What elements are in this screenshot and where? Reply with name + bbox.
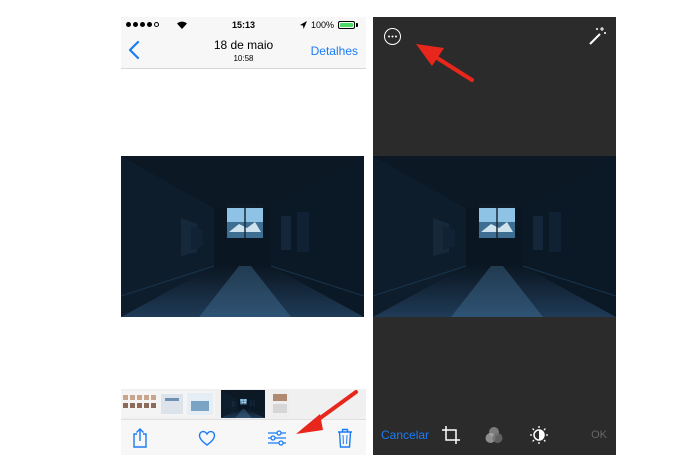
hallway-photo-editing: [373, 156, 616, 317]
screenshot-canvas: 15:13 100% 18 de maio 10:58 Detalhes Can…: [0, 0, 695, 472]
magic-wand-icon[interactable]: [587, 26, 607, 46]
thumbnail-collage-1[interactable]: [121, 391, 215, 417]
heart-icon[interactable]: [197, 427, 217, 449]
cancel-button[interactable]: Cancelar: [381, 428, 429, 442]
light-adjust-icon[interactable]: [529, 425, 549, 445]
status-bar: 15:13 100%: [121, 17, 366, 33]
filters-icon[interactable]: [484, 425, 504, 445]
ok-button[interactable]: OK: [591, 429, 607, 441]
battery-icon: [338, 21, 355, 29]
adjustments-icon[interactable]: [267, 427, 287, 449]
more-options-icon[interactable]: [384, 28, 401, 45]
details-button[interactable]: Detalhes: [311, 44, 358, 58]
location-arrow-icon: [300, 21, 307, 29]
thumbnail-current[interactable]: [221, 390, 265, 418]
thumbnail-next[interactable]: [271, 391, 289, 417]
red-arrow-adjust-annotation: [296, 390, 358, 434]
hallway-photo: [121, 156, 364, 317]
battery-tip: [356, 23, 358, 27]
crop-rotate-icon[interactable]: [441, 425, 461, 445]
share-icon[interactable]: [130, 427, 150, 449]
battery-percentage: 100%: [311, 20, 335, 30]
red-arrow-more-annotation: [416, 44, 474, 82]
navigation-bar: 15:13 100% 18 de maio 10:58 Detalhes: [121, 17, 366, 69]
